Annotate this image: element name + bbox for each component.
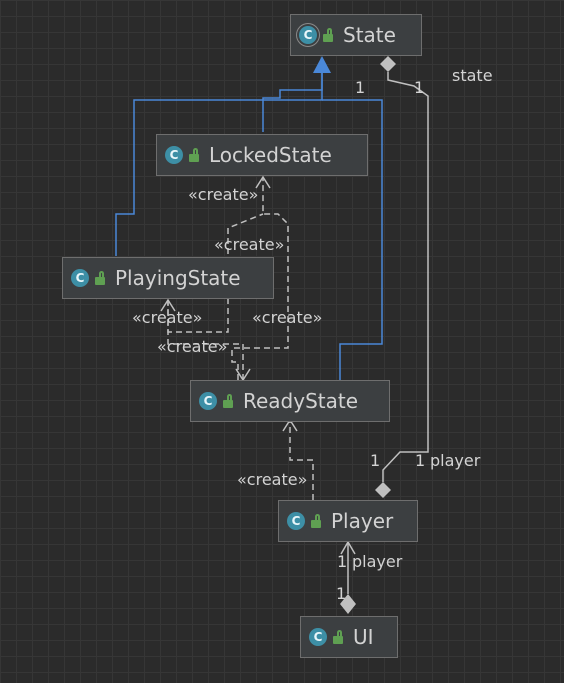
lock-icon bbox=[189, 148, 199, 162]
class-name: LockedState bbox=[209, 143, 332, 167]
inheritance-locked-to-state bbox=[262, 72, 323, 132]
create-label-player: «create» bbox=[237, 470, 308, 489]
class-name: ReadyState bbox=[243, 389, 359, 413]
inheritance-arrowhead bbox=[313, 56, 331, 73]
create-label-locked-mid: «create» bbox=[214, 235, 285, 254]
class-state[interactable]: C State bbox=[290, 14, 422, 56]
class-name: UI bbox=[353, 625, 374, 649]
class-name: State bbox=[343, 23, 396, 47]
role-label-player-1: player bbox=[430, 451, 481, 470]
create-label-playing-left: «create» bbox=[132, 308, 203, 327]
lock-icon bbox=[223, 394, 233, 408]
class-player[interactable]: C Player bbox=[278, 500, 418, 542]
class-ui[interactable]: C UI bbox=[300, 616, 398, 658]
multiplicity-state-right: 1 bbox=[414, 78, 425, 97]
class-icon: C bbox=[309, 628, 327, 646]
multiplicity-ui-bottom: 1 bbox=[336, 584, 347, 603]
role-label-player-2: player bbox=[352, 552, 403, 571]
class-readystate[interactable]: C ReadyState bbox=[190, 380, 390, 422]
class-icon: C bbox=[165, 146, 183, 164]
multiplicity-ui-top: 1 bbox=[337, 552, 348, 571]
abstract-class-icon: C bbox=[299, 26, 317, 44]
lock-icon bbox=[333, 630, 343, 644]
class-icon: C bbox=[199, 392, 217, 410]
lock-icon bbox=[323, 28, 333, 42]
class-icon: C bbox=[287, 512, 305, 530]
relationship-edges bbox=[115, 56, 429, 614]
composition-diamond-player bbox=[375, 482, 391, 498]
create-label-locked-top: «create» bbox=[188, 185, 259, 204]
class-name: PlayingState bbox=[115, 266, 241, 290]
lock-icon bbox=[311, 514, 321, 528]
multiplicity-state-left: 1 bbox=[355, 78, 366, 97]
role-label-state: state bbox=[452, 66, 493, 85]
composition-diamond-state bbox=[380, 56, 396, 72]
class-icon: C bbox=[71, 269, 89, 287]
class-lockedstate[interactable]: C LockedState bbox=[156, 134, 368, 176]
create-label-ready: «create» bbox=[157, 337, 228, 356]
multiplicity-player-right: 1 bbox=[415, 451, 426, 470]
class-playingstate[interactable]: C PlayingState bbox=[62, 257, 274, 299]
create-label-playing-right: «create» bbox=[252, 308, 323, 327]
lock-icon bbox=[95, 271, 105, 285]
class-name: Player bbox=[331, 509, 394, 533]
multiplicity-player-left: 1 bbox=[370, 451, 381, 470]
